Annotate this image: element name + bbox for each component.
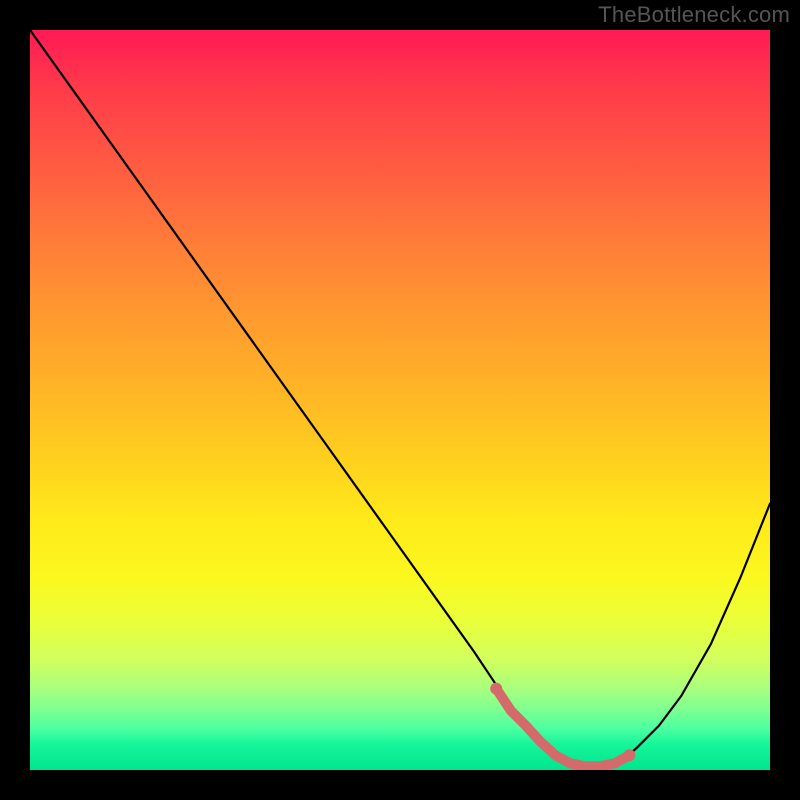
optimal-range-end-dot [623,749,635,761]
chart-stage: TheBottleneck.com [0,0,800,800]
chart-overlay [30,30,770,770]
optimal-range-highlight [496,689,629,767]
plot-area [30,30,770,770]
optimal-range-start-dot [490,683,502,695]
bottleneck-curve [30,30,770,766]
watermark-text: TheBottleneck.com [598,2,790,28]
